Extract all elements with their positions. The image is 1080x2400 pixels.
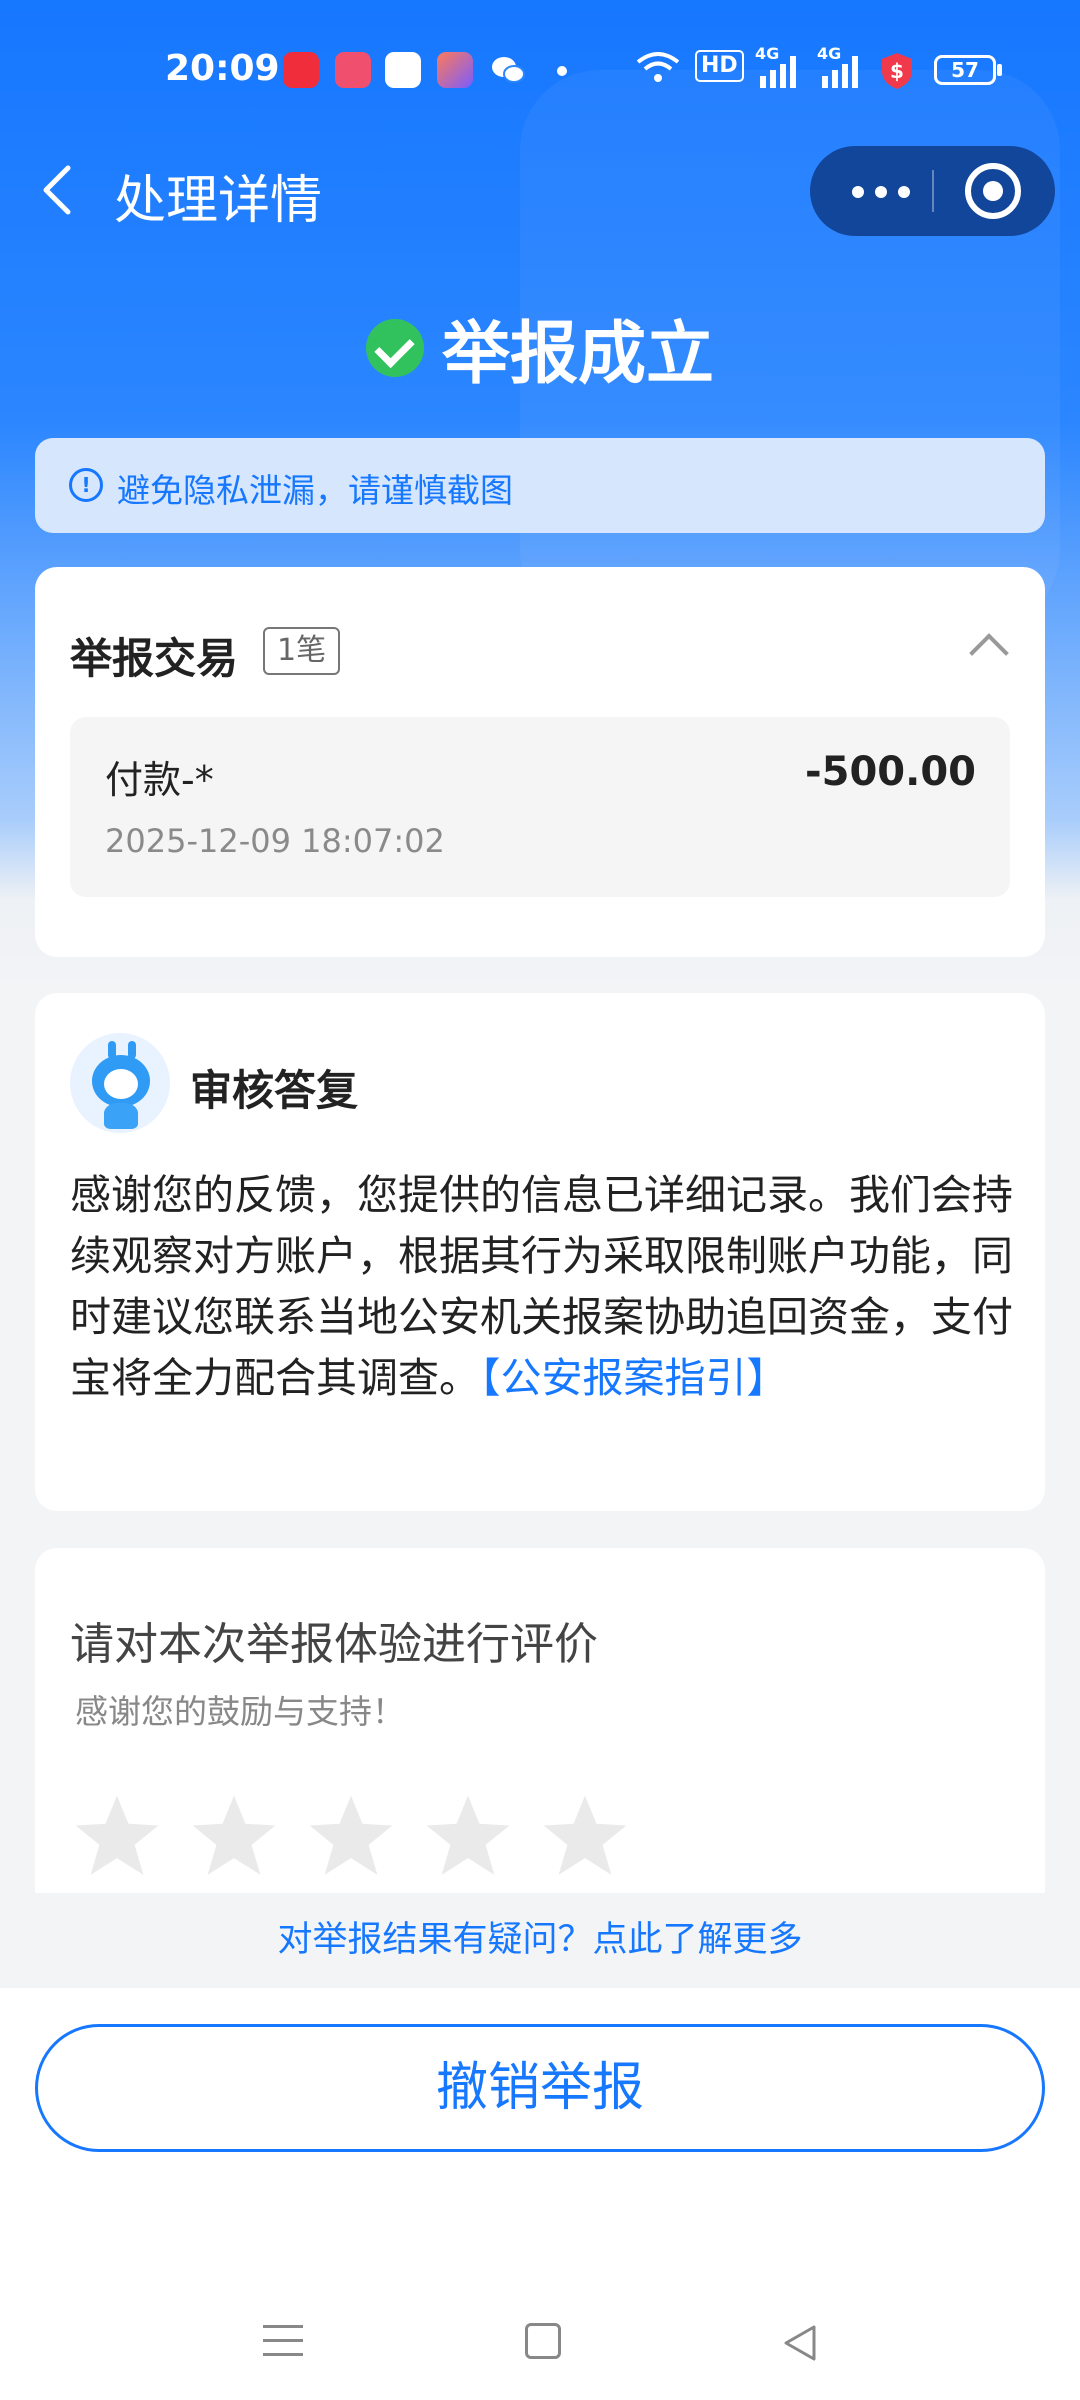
system-home-button[interactable] [525, 2323, 561, 2359]
bottom-action-area: 撤销举报 [0, 1988, 1080, 2400]
back-arrow-icon [43, 165, 71, 215]
security-shield-icon: $ [880, 52, 914, 96]
mini-program-capsule [810, 146, 1055, 236]
mascot-face [104, 1069, 138, 1099]
battery-cap [997, 64, 1002, 76]
result-status-text: 举报成立 [441, 315, 714, 394]
signal-icon-1 [758, 56, 802, 94]
back-button[interactable] [30, 160, 90, 220]
more-dot-icon [875, 186, 887, 198]
more-button[interactable] [810, 146, 932, 236]
hd-icon: HD [695, 50, 744, 82]
transaction-time: 2025-12-09 18:07:02 [105, 822, 445, 860]
status-time: 20:09 [165, 48, 280, 89]
rating-card: 请对本次举报体验进行评价 感谢您的鼓励与支持！ [35, 1548, 1045, 1898]
nav-bar: 处理详情 [0, 140, 1080, 240]
assistant-app-icon [437, 52, 473, 88]
gallery-app-icon [385, 52, 421, 88]
result-headline: 举报成立 [0, 298, 1080, 397]
chevron-up-icon[interactable] [969, 633, 1009, 673]
star-icon-5[interactable] [543, 1795, 627, 1875]
music-app-icon [283, 52, 319, 88]
video-app-icon [335, 52, 371, 88]
star-icon-1[interactable] [75, 1795, 159, 1875]
info-icon: ! [69, 468, 103, 502]
review-reply-body: 感谢您的反馈，您提供的信息已详细记录。我们会持续观察对方账户，根据其行为采取限制… [70, 1165, 1015, 1409]
learn-more-link[interactable]: 对举报结果有疑问？点此了解更多 [277, 1920, 802, 1960]
menu-line [263, 2325, 303, 2328]
more-dot-icon [852, 186, 864, 198]
review-reply-title: 审核答复 [190, 1066, 359, 1115]
system-back-button[interactable] [780, 2323, 820, 2363]
query-bar: 对举报结果有疑问？点此了解更多 [0, 1893, 1080, 1988]
wifi-icon [636, 50, 680, 90]
notification-dot [557, 66, 567, 76]
ant-mascot-avatar [70, 1033, 170, 1133]
check-circle-icon [365, 318, 424, 377]
star-icon-4[interactable] [426, 1795, 510, 1875]
system-back-icon [784, 2325, 816, 2361]
privacy-notice-text: 避免隐私泄漏，请谨慎截图 [117, 471, 513, 510]
screen: 20:09 HD 4G 4G $ 57 处理详情 举报成立 ! 避免隐私泄漏，请… [0, 0, 1080, 2400]
transactions-title: 举报交易 [70, 634, 239, 683]
status-bar: 20:09 HD 4G 4G $ 57 [0, 0, 1080, 140]
menu-line [263, 2353, 303, 2356]
close-mini-program-button[interactable] [965, 163, 1021, 219]
wechat-icon [490, 52, 526, 88]
privacy-notice: ! 避免隐私泄漏，请谨慎截图 [35, 438, 1045, 533]
transaction-item[interactable]: 付款-* -500.00 2025-12-09 18:07:02 [70, 717, 1010, 897]
system-menu-button[interactable] [263, 2323, 303, 2357]
target-icon [983, 181, 1003, 201]
review-reply-card: 审核答复 感谢您的反馈，您提供的信息已详细记录。我们会持续观察对方账户，根据其行… [35, 993, 1045, 1511]
revoke-report-button[interactable]: 撤销举报 [35, 2024, 1045, 2152]
mascot-body [104, 1103, 138, 1129]
reported-transactions-card: 举报交易 1笔 付款-* -500.00 2025-12-09 18:07:02 [35, 567, 1045, 957]
police-report-guide-link[interactable]: 【公安报案指引】 [480, 1354, 788, 1402]
capsule-divider [932, 170, 934, 212]
svg-text:$: $ [890, 59, 904, 83]
rating-title: 请对本次举报体验进行评价 [70, 1619, 598, 1670]
more-dot-icon [898, 186, 910, 198]
battery-icon: 57 [934, 55, 996, 85]
star-icon-2[interactable] [192, 1795, 276, 1875]
page-title: 处理详情 [114, 171, 323, 231]
transaction-amount: -500.00 [805, 749, 976, 795]
transaction-name: 付款-* [105, 758, 214, 802]
menu-line [263, 2339, 303, 2342]
transaction-count-badge: 1笔 [263, 627, 341, 675]
rating-subtitle: 感谢您的鼓励与支持！ [75, 1692, 405, 1731]
signal-icon-2 [820, 56, 864, 94]
star-icon-3[interactable] [309, 1795, 393, 1875]
